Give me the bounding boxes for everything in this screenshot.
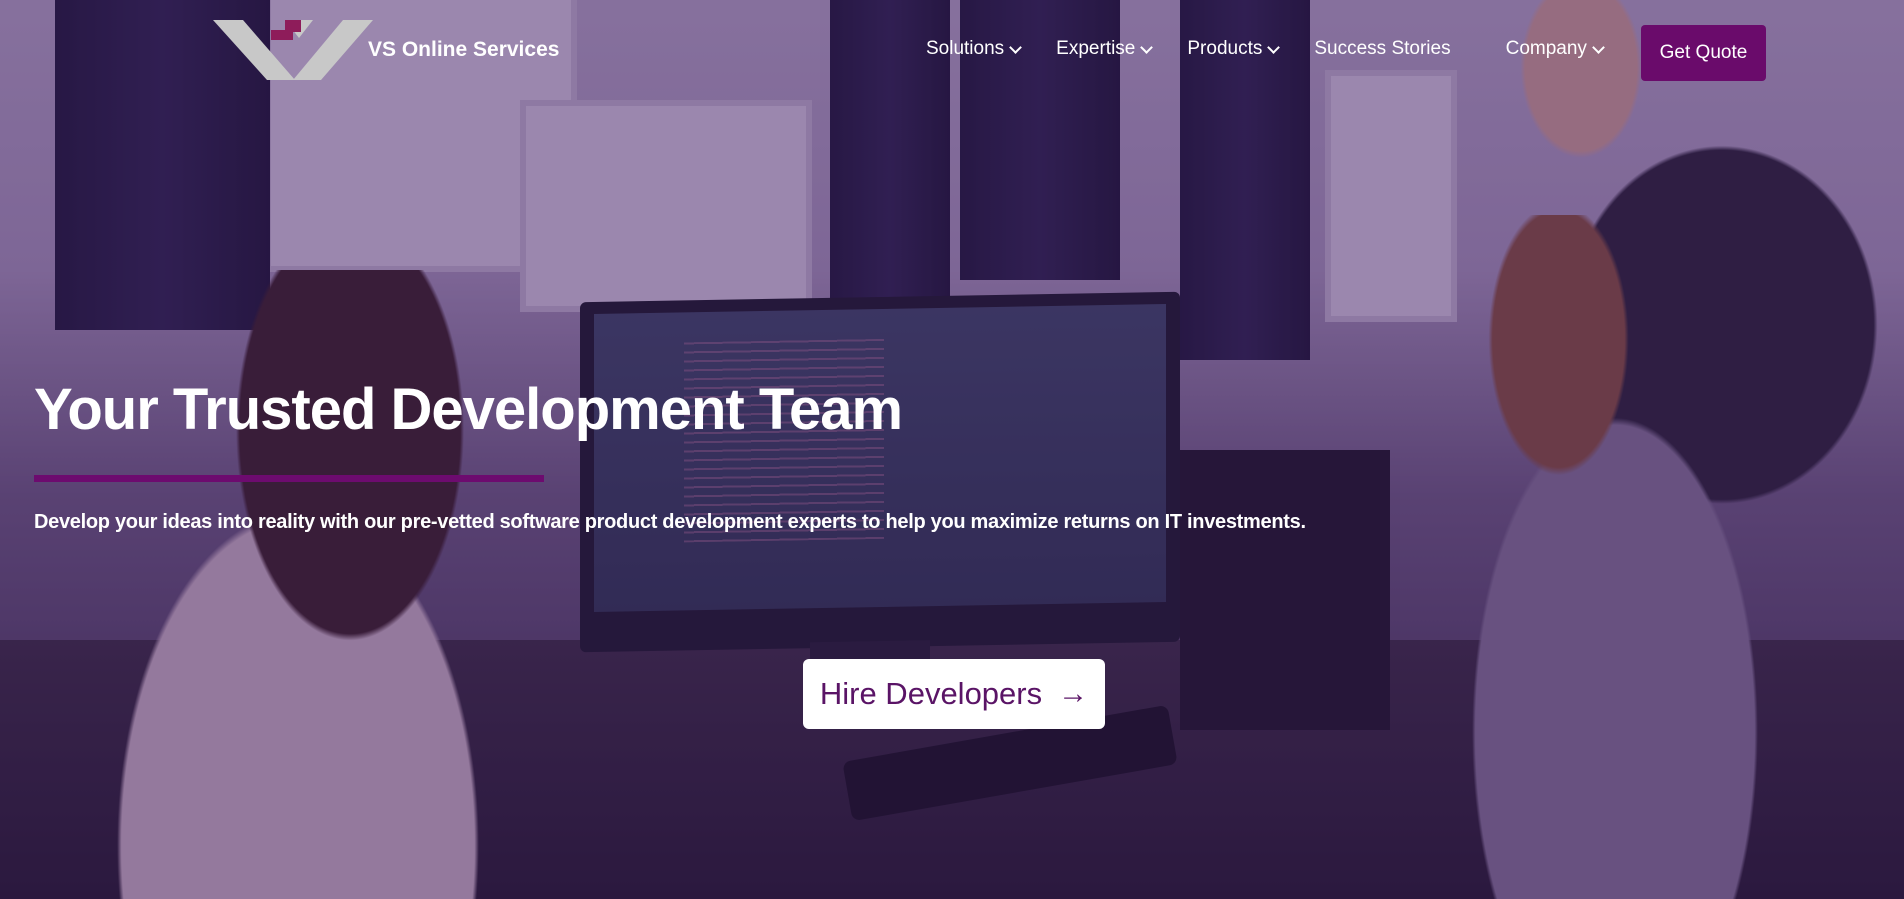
hero-subtitle: Develop your ideas into reality with our… — [34, 511, 1306, 533]
chevron-down-icon — [1592, 40, 1605, 54]
hire-developers-button[interactable]: Hire Developers → — [803, 659, 1105, 729]
hero-title: Your Trusted Development Team — [34, 377, 903, 442]
chevron-down-icon — [1140, 40, 1154, 54]
get-quote-button[interactable]: Get Quote — [1641, 25, 1766, 81]
nav-expertise[interactable]: Expertise — [1056, 38, 1154, 60]
nav-label: Success Stories — [1314, 38, 1451, 59]
nav-company[interactable]: Company — [1505, 38, 1605, 60]
chevron-down-icon — [1267, 40, 1281, 54]
main-navigation: Solutions Expertise Products Success Sto… — [926, 38, 1605, 60]
nav-label: Company — [1505, 38, 1587, 59]
nav-success-stories[interactable]: Success Stories — [1314, 38, 1450, 60]
arrow-right-icon: → — [1058, 677, 1089, 710]
hero-background-image — [0, 0, 1904, 899]
nav-products[interactable]: Products — [1187, 38, 1281, 60]
title-underline — [34, 475, 544, 482]
site-header: VS Online Services Solutions Expertise P… — [0, 0, 1904, 100]
nav-label: Solutions — [926, 38, 1005, 59]
hire-developers-label: Hire Developers — [819, 676, 1043, 711]
nav-label: Expertise — [1056, 38, 1136, 59]
nav-solutions[interactable]: Solutions — [926, 38, 1023, 60]
chevron-down-icon — [1009, 40, 1023, 54]
brand-name[interactable]: VS Online Services — [368, 38, 559, 62]
company-logo[interactable] — [213, 18, 373, 82]
nav-label: Products — [1187, 38, 1263, 59]
